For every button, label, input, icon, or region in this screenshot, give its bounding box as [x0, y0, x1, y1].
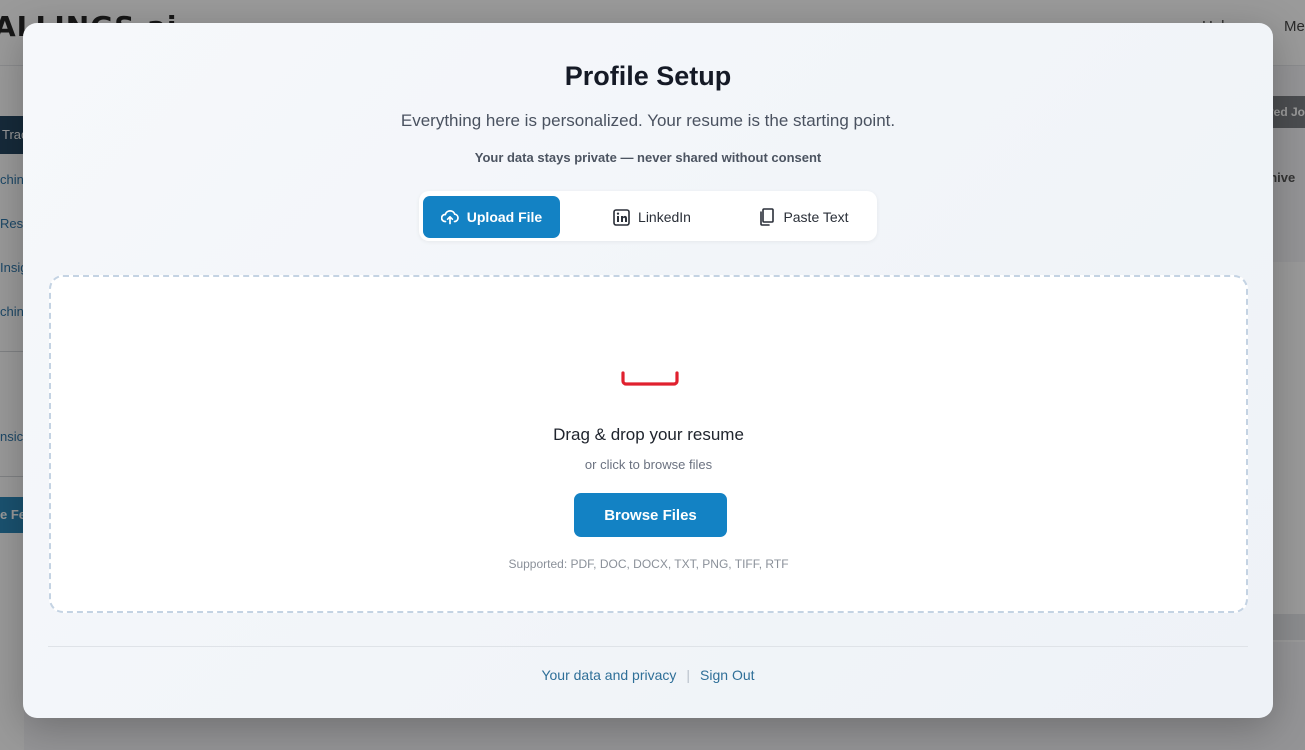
supported-formats: Supported: PDF, DOC, DOCX, TXT, PNG, TIF…: [508, 557, 789, 571]
upload-tray-icon: [621, 371, 679, 391]
copy-document-icon: [759, 208, 775, 226]
resume-dropzone[interactable]: Drag & drop your resume or click to brow…: [49, 275, 1248, 613]
tab-linkedin-label: LinkedIn: [638, 209, 691, 225]
modal-footer: Your data and privacy | Sign Out: [23, 667, 1273, 683]
browse-files-button[interactable]: Browse Files: [574, 493, 727, 537]
tab-upload-file[interactable]: Upload File: [423, 196, 560, 238]
modal-title: Profile Setup: [564, 61, 732, 91]
privacy-note: Your data stays private — never shared w…: [474, 150, 822, 165]
dropzone-title: Drag & drop your resume: [553, 425, 744, 444]
linkedin-icon: [613, 208, 630, 226]
tab-linkedin[interactable]: LinkedIn: [587, 196, 717, 238]
footer-divider: [48, 646, 1248, 647]
profile-setup-modal: Profile Setup Everything here is persona…: [23, 23, 1273, 718]
source-tabs: Upload File LinkedIn Paste Text: [419, 191, 877, 241]
sign-out-link[interactable]: Sign Out: [700, 667, 754, 683]
privacy-link[interactable]: Your data and privacy: [541, 667, 676, 683]
modal-subtitle: Everything here is personalized. Your re…: [400, 111, 896, 130]
tab-upload-label: Upload File: [466, 209, 543, 225]
tab-paste-label: Paste Text: [783, 209, 849, 225]
footer-separator: |: [686, 667, 691, 683]
cloud-upload-icon: [440, 209, 459, 225]
tab-paste-text[interactable]: Paste Text: [739, 196, 869, 238]
dropzone-subtitle: or click to browse files: [584, 457, 713, 472]
